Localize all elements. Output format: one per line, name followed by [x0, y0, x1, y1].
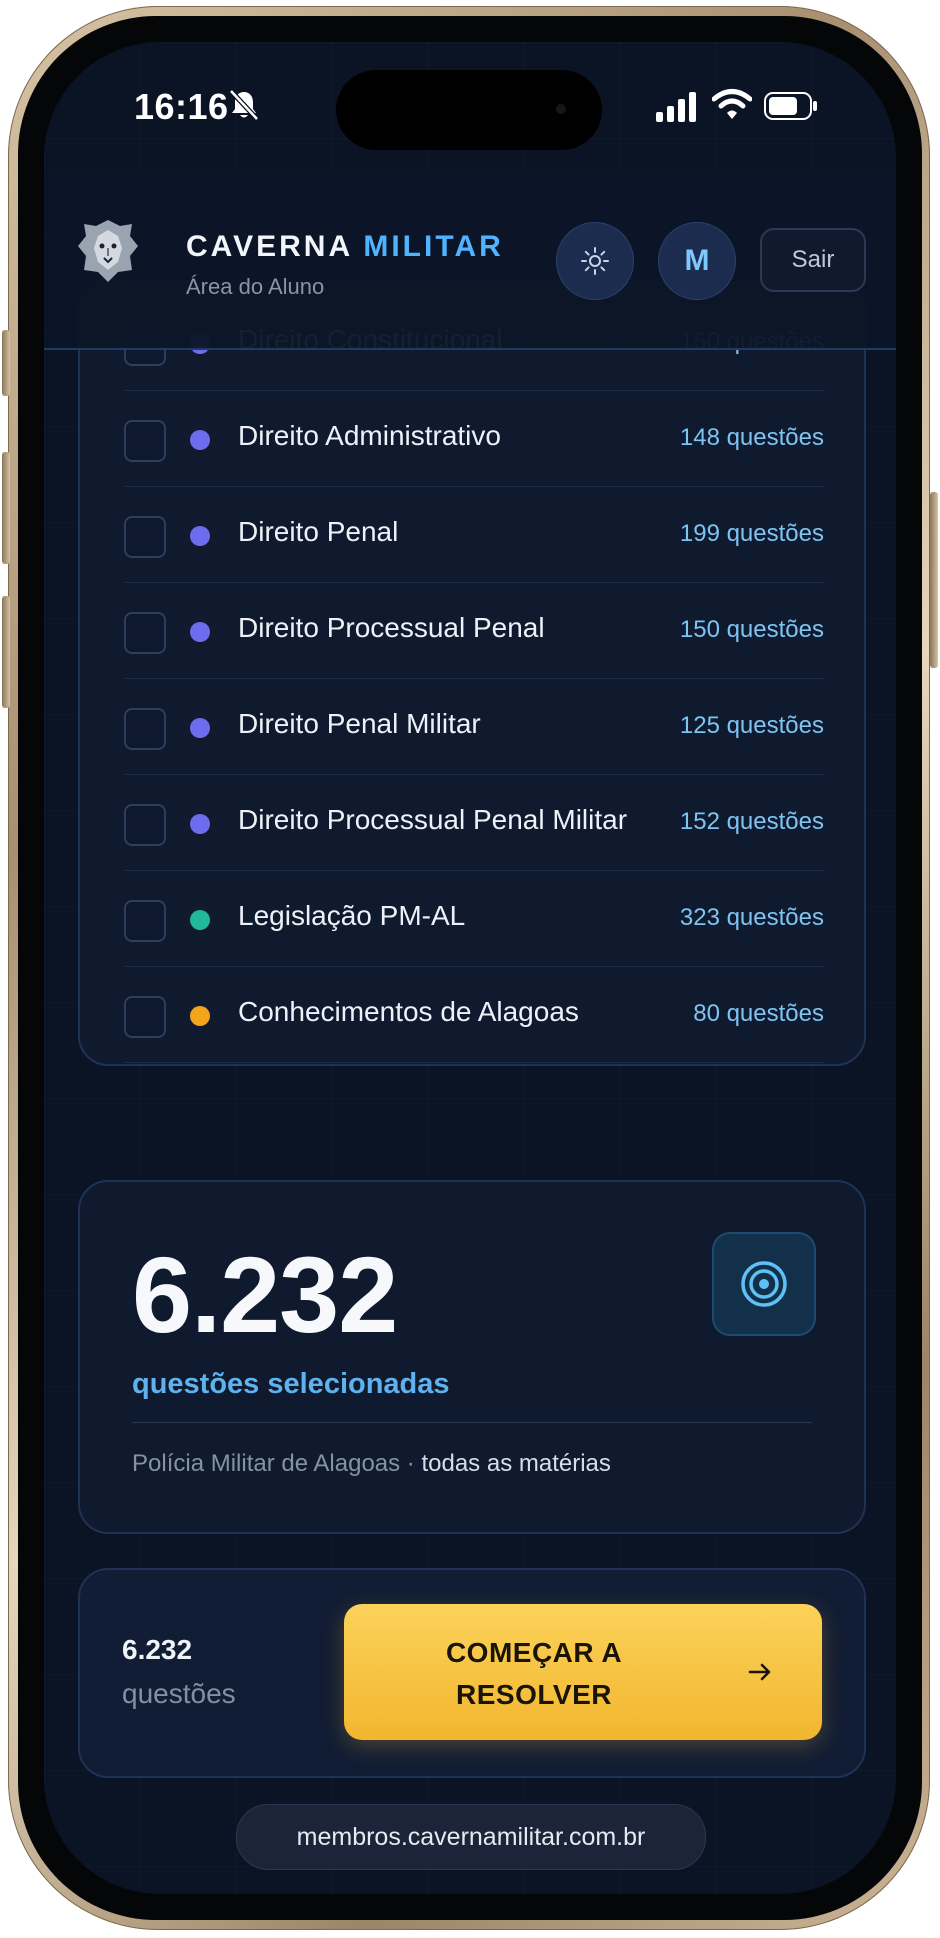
lion-logo-icon: [78, 220, 138, 282]
action-bar: 6.232 questões COMEÇAR A RESOLVER: [78, 1568, 866, 1778]
avatar[interactable]: M: [658, 222, 736, 300]
subject-name: Conhecimentos de Alagoas: [238, 996, 579, 1027]
action-button: [2, 330, 10, 396]
selection-footer: Polícia Militar de Alagoas · todas as ma…: [132, 1450, 611, 1478]
volume-up-button: [2, 452, 10, 564]
subject-row[interactable]: Conhecimentos de Alagoas 80 questões: [124, 966, 824, 1063]
subject-row[interactable]: Direito Processual Penal 150 questões: [124, 582, 824, 679]
theme-toggle-button[interactable]: [556, 222, 634, 300]
subject-checkbox[interactable]: [124, 708, 166, 750]
subject-checkbox[interactable]: [124, 420, 166, 462]
subject-checkbox[interactable]: [124, 612, 166, 654]
subject-question-count: 152 questões: [679, 808, 824, 835]
browser-url-bar[interactable]: membros.cavernamilitar.com.br: [236, 1804, 706, 1870]
selection-summary-card: 6.232 questões selecionadas Polícia Mili…: [78, 1180, 866, 1534]
dynamic-island: [336, 70, 602, 150]
selected-count-label: questões selecionadas: [132, 1368, 450, 1400]
subject-row[interactable]: Legislação PM-AL 323 questões: [124, 870, 824, 967]
subject-name: Direito Processual Penal: [238, 612, 545, 643]
target-icon: [741, 1261, 787, 1307]
start-solving-label: COMEÇAR A RESOLVER: [445, 1637, 623, 1710]
brand-primary: CAVERNA: [186, 230, 353, 263]
subject-color-dot: [190, 814, 210, 834]
camera-dot: [556, 104, 566, 114]
subject-row[interactable]: Direito Administrativo 148 questões: [124, 390, 824, 487]
footer-scope: todas as matérias: [421, 1450, 611, 1477]
battery-icon: [764, 92, 817, 120]
status-bar: 16:16: [44, 42, 896, 172]
brand-title: CAVERNA MILITAR: [186, 230, 504, 264]
subject-checkbox[interactable]: [124, 996, 166, 1038]
sun-icon: [581, 247, 609, 275]
action-question-unit: questões: [122, 1678, 236, 1709]
subject-color-dot: [190, 718, 210, 738]
subject-color-dot: [190, 622, 210, 642]
subject-name: Direito Penal: [238, 516, 399, 547]
subject-color-dot: [190, 1006, 210, 1026]
subject-name: Legislação PM-AL: [238, 900, 466, 931]
summary-divider: [132, 1422, 812, 1423]
start-solving-button[interactable]: COMEÇAR A RESOLVER: [344, 1604, 822, 1740]
selected-count: 6.232: [132, 1234, 398, 1355]
subject-row[interactable]: Direito Penal 199 questões: [124, 486, 824, 583]
subject-question-count: 148 questões: [679, 424, 824, 451]
brand-subtitle: Área do Aluno: [186, 274, 325, 299]
subject-checkbox[interactable]: [124, 804, 166, 846]
wifi-icon: [712, 89, 752, 119]
app-header: CAVERNA MILITAR Área do Aluno M Sair: [44, 172, 896, 350]
brand-accent: MILITAR: [363, 230, 504, 263]
subject-question-count: 80 questões: [693, 1000, 824, 1027]
subjects-card: Direito Constitucional150 questõesDireit…: [78, 282, 866, 1066]
arrow-right-icon: [748, 1663, 771, 1681]
bell-slash-icon: [229, 89, 259, 121]
subject-name: Direito Processual Penal Militar: [238, 804, 628, 835]
subject-checkbox[interactable]: [124, 900, 166, 942]
logout-button[interactable]: Sair: [760, 228, 866, 292]
subject-color-dot: [190, 910, 210, 930]
volume-down-button: [2, 596, 10, 708]
signal-icon: [656, 92, 696, 122]
subject-checkbox[interactable]: [124, 516, 166, 558]
subject-color-dot: [190, 430, 210, 450]
subject-question-count: 125 questões: [679, 712, 824, 739]
subject-question-count: 323 questões: [679, 904, 824, 931]
footer-institution: Polícia Militar de Alagoas ·: [132, 1450, 422, 1477]
action-question-count: 6.232: [122, 1634, 193, 1665]
subject-name: Direito Penal Militar: [238, 708, 481, 739]
subject-row[interactable]: Direito Processual Penal Militar 152 ques…: [124, 774, 824, 871]
subject-question-count: 150 questões: [679, 616, 824, 643]
subject-question-count: 199 questões: [679, 520, 824, 547]
subject-color-dot: [190, 526, 210, 546]
status-time: 16:16: [134, 86, 229, 127]
target-button[interactable]: [712, 1232, 816, 1336]
screen: 16:16 Direito Constitucional150 qu: [44, 42, 896, 1894]
power-button: [930, 492, 938, 668]
subject-name: Direito Administrativo: [238, 420, 501, 451]
subject-row[interactable]: Direito Penal Militar 125 questões: [124, 678, 824, 775]
